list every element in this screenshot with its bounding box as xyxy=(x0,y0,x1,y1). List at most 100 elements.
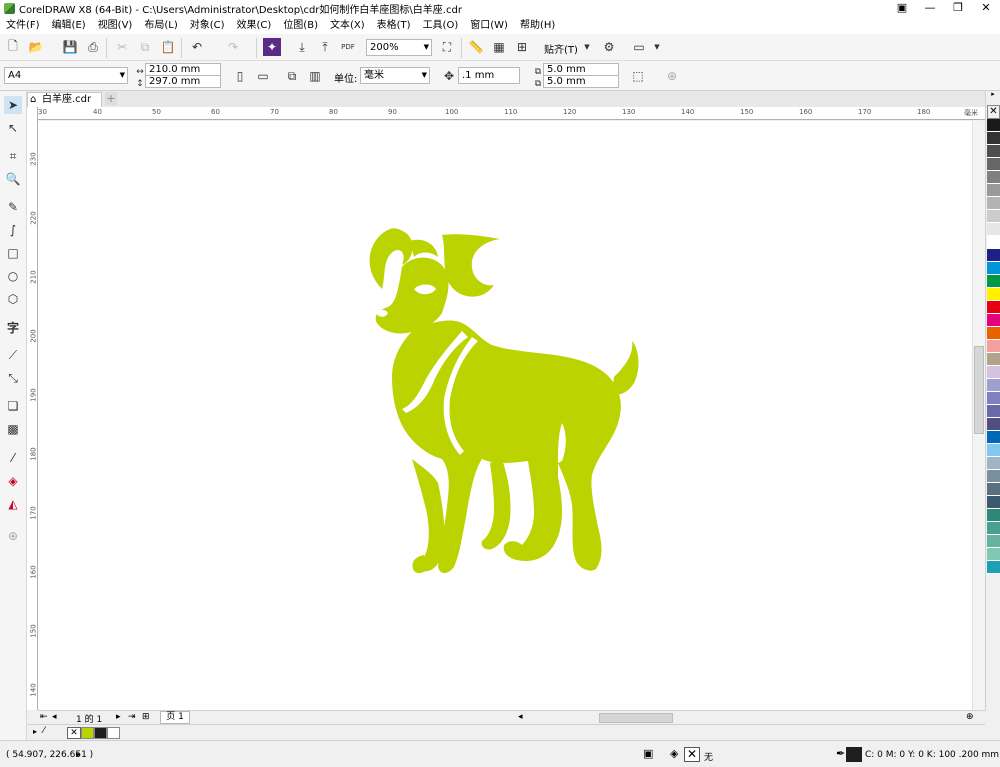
crop-tool-icon[interactable]: ⌗ xyxy=(4,147,22,165)
artistic-media-tool-icon[interactable]: ∫ xyxy=(4,221,22,239)
menu-effects[interactable]: 效果(C) xyxy=(231,18,278,34)
vertical-ruler[interactable]: 230 220 210 200 190 180 170 160 150 140 xyxy=(27,107,38,710)
palette-swatch[interactable] xyxy=(987,444,1000,457)
new-tab-button[interactable]: + xyxy=(105,92,117,105)
palette-swatch[interactable] xyxy=(987,288,1000,301)
expand-icon[interactable]: ▸ xyxy=(33,727,37,736)
show-grid-icon[interactable]: ▦ xyxy=(490,38,508,56)
search-content-icon[interactable]: ✦ xyxy=(263,38,281,56)
palette-swatch[interactable] xyxy=(987,171,1000,184)
palette-swatch[interactable] xyxy=(987,379,1000,392)
chevron-down-icon[interactable]: ▼ xyxy=(120,68,125,83)
page-size-select[interactable]: A4 ▼ xyxy=(4,67,128,84)
outline-color-swatch[interactable] xyxy=(846,747,862,762)
zoom-icon[interactable]: ⊕ xyxy=(966,712,974,722)
close-button[interactable]: ✕ xyxy=(972,0,1000,17)
menu-object[interactable]: 对象(C) xyxy=(184,18,231,34)
palette-swatch[interactable] xyxy=(987,405,1000,418)
palette-swatch[interactable] xyxy=(987,353,1000,366)
palette-swatch[interactable] xyxy=(987,340,1000,353)
color-management-icon[interactable]: ▣ xyxy=(643,747,653,760)
chevron-down-icon[interactable]: ▼ xyxy=(424,40,429,55)
chevron-down-icon[interactable]: ▼ xyxy=(422,68,427,83)
parallel-dimension-tool-icon[interactable]: ⟋ xyxy=(4,346,22,364)
import-icon[interactable]: ⤓ xyxy=(293,38,311,56)
units-select[interactable]: 毫米 ▼ xyxy=(360,67,430,84)
palette-swatch[interactable] xyxy=(987,496,1000,509)
export-icon[interactable]: ⤒ xyxy=(316,38,334,56)
pick-tool-icon[interactable]: ➤ xyxy=(4,96,22,114)
landscape-icon[interactable]: ▭ xyxy=(254,67,272,85)
menu-tools[interactable]: 工具(O) xyxy=(417,18,465,34)
portrait-icon[interactable]: ▯ xyxy=(231,67,249,85)
scroll-left-icon[interactable]: ◂ xyxy=(518,712,523,722)
menu-text[interactable]: 文本(X) xyxy=(324,18,371,34)
duplicate-y-field[interactable]: 5.0 mm xyxy=(543,75,619,88)
undo-icon[interactable]: ↶ xyxy=(188,38,206,56)
no-color-swatch[interactable]: ✕ xyxy=(67,727,81,739)
palette-swatch[interactable] xyxy=(987,249,1000,262)
palette-swatch[interactable] xyxy=(987,184,1000,197)
first-page-icon[interactable]: ⇤ xyxy=(40,712,48,722)
copy-icon[interactable]: ⧉ xyxy=(136,38,154,56)
zoom-tool-icon[interactable]: 🔍 xyxy=(4,170,22,188)
previous-page-icon[interactable]: ◂ xyxy=(52,712,57,722)
palette-swatch[interactable] xyxy=(987,119,1000,132)
no-color-swatch[interactable]: ✕ xyxy=(987,105,1000,119)
page-tab[interactable]: 页 1 xyxy=(160,711,190,724)
page-height-field[interactable]: 297.0 mm xyxy=(145,75,221,88)
palette-swatch[interactable] xyxy=(987,210,1000,223)
palette-swatch[interactable] xyxy=(987,275,1000,288)
palette-swatch[interactable] xyxy=(987,158,1000,171)
options-gear-icon[interactable]: ⚙ xyxy=(600,38,618,56)
aries-ram-artwork[interactable] xyxy=(362,227,640,577)
palette-swatch[interactable] xyxy=(987,535,1000,548)
menu-view[interactable]: 视图(V) xyxy=(92,18,139,34)
eyedropper-icon[interactable]: ⁄ xyxy=(43,726,45,736)
chevron-down-icon[interactable]: ▼ xyxy=(648,38,666,56)
palette-swatch[interactable] xyxy=(987,418,1000,431)
document-color-swatch[interactable] xyxy=(94,727,107,739)
palette-swatch[interactable] xyxy=(987,392,1000,405)
palette-swatch[interactable] xyxy=(987,132,1000,145)
menu-table[interactable]: 表格(T) xyxy=(371,18,417,34)
document-color-swatch[interactable] xyxy=(107,727,120,739)
palette-swatch[interactable] xyxy=(987,548,1000,561)
palette-swatch[interactable] xyxy=(987,483,1000,496)
account-icon[interactable]: ▣ xyxy=(888,0,916,17)
zoom-level-field[interactable]: 200% ▼ xyxy=(366,39,432,56)
show-rulers-icon[interactable]: 📏 xyxy=(467,38,485,56)
shape-tool-icon[interactable]: ↖ xyxy=(4,119,22,137)
new-document-icon[interactable]: 🗋 xyxy=(4,38,22,56)
vertical-scrollbar[interactable] xyxy=(972,121,985,710)
palette-swatch[interactable] xyxy=(987,301,1000,314)
transparency-tool-icon[interactable]: ▩ xyxy=(4,420,22,438)
save-icon[interactable]: 💾 xyxy=(61,38,79,56)
ram-shape[interactable] xyxy=(369,228,639,574)
expand-icon[interactable]: ▸ xyxy=(76,750,81,760)
outline-pen-icon[interactable]: ✒ xyxy=(836,747,845,760)
next-page-icon[interactable]: ▸ xyxy=(116,712,121,722)
menu-layout[interactable]: 布局(L) xyxy=(138,18,183,34)
palette-swatch[interactable] xyxy=(987,509,1000,522)
palette-swatch[interactable] xyxy=(987,145,1000,158)
add-icon[interactable]: ⊕ xyxy=(663,67,681,85)
palette-swatch[interactable] xyxy=(987,366,1000,379)
redo-icon[interactable]: ↷ xyxy=(224,38,242,56)
connector-tool-icon[interactable]: ⤡ xyxy=(4,369,22,387)
all-pages-icon[interactable]: ⧉ xyxy=(283,67,301,85)
ellipse-tool-icon[interactable]: ○ xyxy=(4,267,22,285)
paste-icon[interactable]: 📋 xyxy=(159,38,177,56)
show-guidelines-icon[interactable]: ⊞ xyxy=(513,38,531,56)
palette-swatch[interactable] xyxy=(987,236,1000,249)
freehand-tool-icon[interactable]: ✎ xyxy=(4,198,22,216)
open-icon[interactable]: 📂 xyxy=(27,38,45,56)
full-screen-icon[interactable]: ⛶ xyxy=(438,38,456,56)
palette-swatch[interactable] xyxy=(987,561,1000,574)
menu-help[interactable]: 帮助(H) xyxy=(514,18,561,34)
chevron-down-icon[interactable]: ▼ xyxy=(578,38,596,56)
smart-fill-tool-icon[interactable]: ◭ xyxy=(4,495,22,513)
add-tool-icon[interactable]: ⊕ xyxy=(4,527,22,545)
interactive-fill-tool-icon[interactable]: ◈ xyxy=(4,472,22,490)
palette-swatch[interactable] xyxy=(987,470,1000,483)
